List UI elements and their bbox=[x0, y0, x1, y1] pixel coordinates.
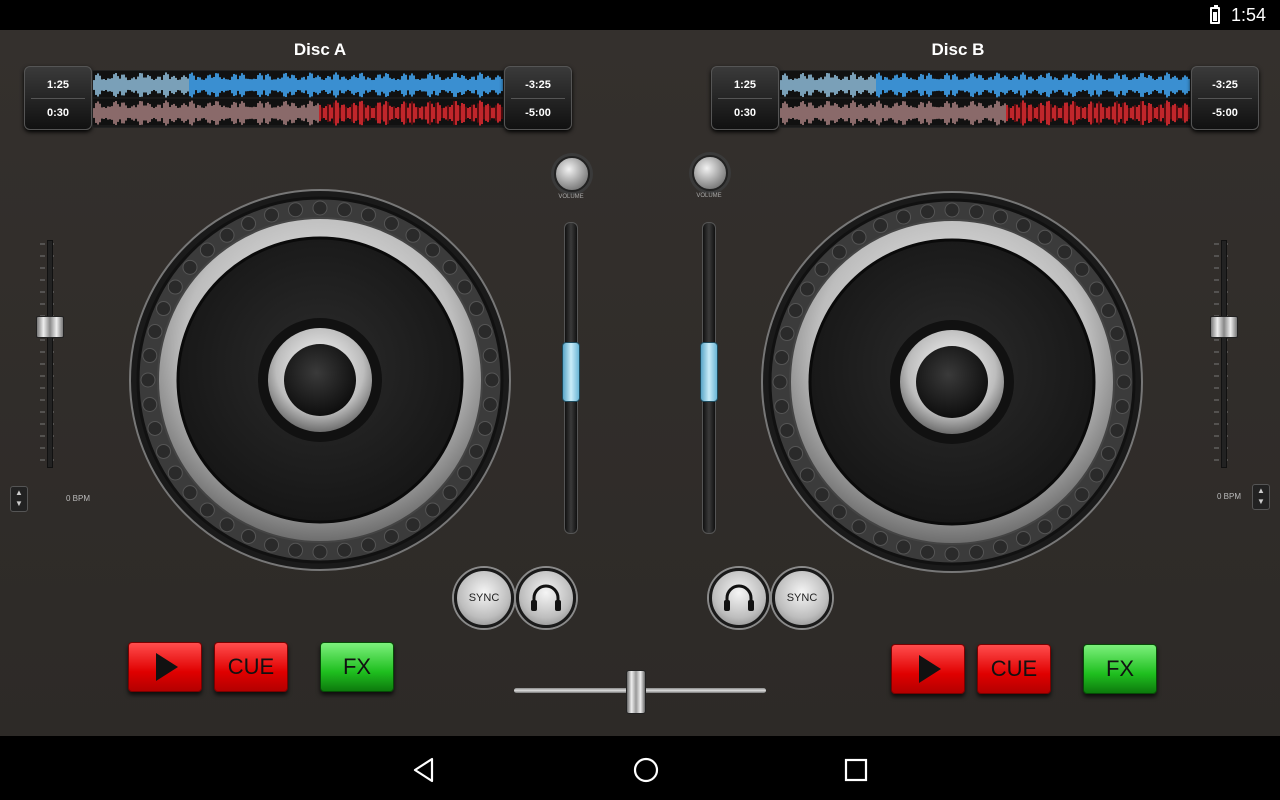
deck-b-jog-wheel[interactable] bbox=[760, 190, 1144, 574]
deck-b-play-button[interactable] bbox=[891, 644, 965, 694]
deck-a-headphone-button[interactable] bbox=[516, 568, 576, 628]
recents-icon[interactable] bbox=[842, 756, 870, 784]
deck-a-sync-button[interactable]: SYNC bbox=[454, 568, 514, 628]
deck-a-elapsed-bottom: 0:30 bbox=[46, 107, 70, 119]
deck-b-waveform-panel: 1:25 0:30 -3:25 -5:00 bbox=[709, 66, 1259, 130]
deck-a-volume-fader-handle[interactable] bbox=[562, 341, 580, 402]
deck-a-volume-label: VOLUME bbox=[558, 194, 584, 200]
status-bar: 1:54 bbox=[0, 0, 1280, 30]
deck-b-fx-button[interactable]: FX bbox=[1083, 644, 1157, 694]
deck-b-volume-knob[interactable] bbox=[692, 155, 728, 191]
deck-a-elapsed-top: 1:25 bbox=[46, 79, 70, 91]
deck-a-remaining-display: -3:25 -5:00 bbox=[504, 66, 572, 130]
navigation-bar bbox=[0, 736, 1280, 800]
deck-a-bpm: 0 BPM bbox=[66, 494, 91, 503]
deck-b-title: Disc B bbox=[931, 40, 985, 59]
deck-a-play-button[interactable] bbox=[128, 642, 202, 692]
deck-b-cue-button[interactable]: CUE bbox=[977, 644, 1051, 694]
deck-a-pitch-ticks bbox=[40, 243, 54, 461]
deck-b-bpm-stepper[interactable]: ▲ ▼ bbox=[1252, 484, 1270, 510]
battery-charging-icon bbox=[1210, 5, 1220, 24]
deck-b-pitch-handle[interactable] bbox=[1210, 315, 1238, 338]
deck-a-title: Disc A bbox=[293, 40, 347, 59]
deck-a-elapsed-display: 1:25 0:30 bbox=[24, 66, 92, 130]
headphones-icon bbox=[531, 584, 561, 611]
deck-b-remaining-top: -3:25 bbox=[1212, 79, 1238, 91]
deck-a-jog-wheel[interactable] bbox=[128, 188, 512, 572]
deck-b-volume-fader-handle[interactable] bbox=[700, 341, 718, 402]
deck-a-bpm-stepper[interactable]: ▲ ▼ bbox=[10, 486, 28, 512]
deck-a-waveform-graph bbox=[93, 72, 503, 127]
deck-b-remaining-bottom: -5:00 bbox=[1212, 107, 1238, 119]
deck-b-bpm: 0 BPM bbox=[1217, 492, 1242, 501]
deck-b-headphone-button[interactable] bbox=[709, 568, 769, 628]
crossfader-handle[interactable] bbox=[625, 670, 646, 714]
deck-b-elapsed-top: 1:25 bbox=[733, 79, 757, 91]
deck-b-remaining-display: -3:25 -5:00 bbox=[1191, 66, 1259, 130]
deck-b-volume-label: VOLUME bbox=[696, 193, 722, 199]
deck-b-waveform-graph bbox=[780, 72, 1190, 127]
deck-a-remaining-bottom: -5:00 bbox=[525, 107, 551, 119]
deck-a-fx-button[interactable]: FX bbox=[320, 642, 394, 692]
status-time: 1:54 bbox=[1230, 5, 1266, 25]
deck-a-waveform-panel: 1:25 0:30 -3:25 -5:00 bbox=[22, 66, 572, 130]
deck-b-elapsed-display: 1:25 0:30 bbox=[711, 66, 779, 130]
deck-a-volume-knob[interactable] bbox=[554, 156, 590, 192]
headphones-icon bbox=[724, 584, 754, 611]
deck-b-elapsed-bottom: 0:30 bbox=[733, 107, 757, 119]
deck-a-cue-button[interactable]: CUE bbox=[214, 642, 288, 692]
deck-a-remaining-top: -3:25 bbox=[525, 79, 551, 91]
deck-b-sync-button[interactable]: SYNC bbox=[772, 568, 832, 628]
play-icon bbox=[156, 653, 178, 681]
dj-mixer: Disc A 1:25 0:30 -3:25 -5:00 Disc B 1:25… bbox=[0, 30, 1280, 736]
back-icon[interactable] bbox=[410, 756, 438, 784]
deck-a-pitch-handle[interactable] bbox=[36, 315, 64, 338]
deck-b-pitch-ticks bbox=[1214, 243, 1228, 461]
play-icon bbox=[919, 655, 941, 683]
home-icon[interactable] bbox=[632, 756, 660, 784]
deck-a-waveform[interactable] bbox=[92, 70, 504, 128]
deck-b-waveform[interactable] bbox=[779, 70, 1191, 128]
